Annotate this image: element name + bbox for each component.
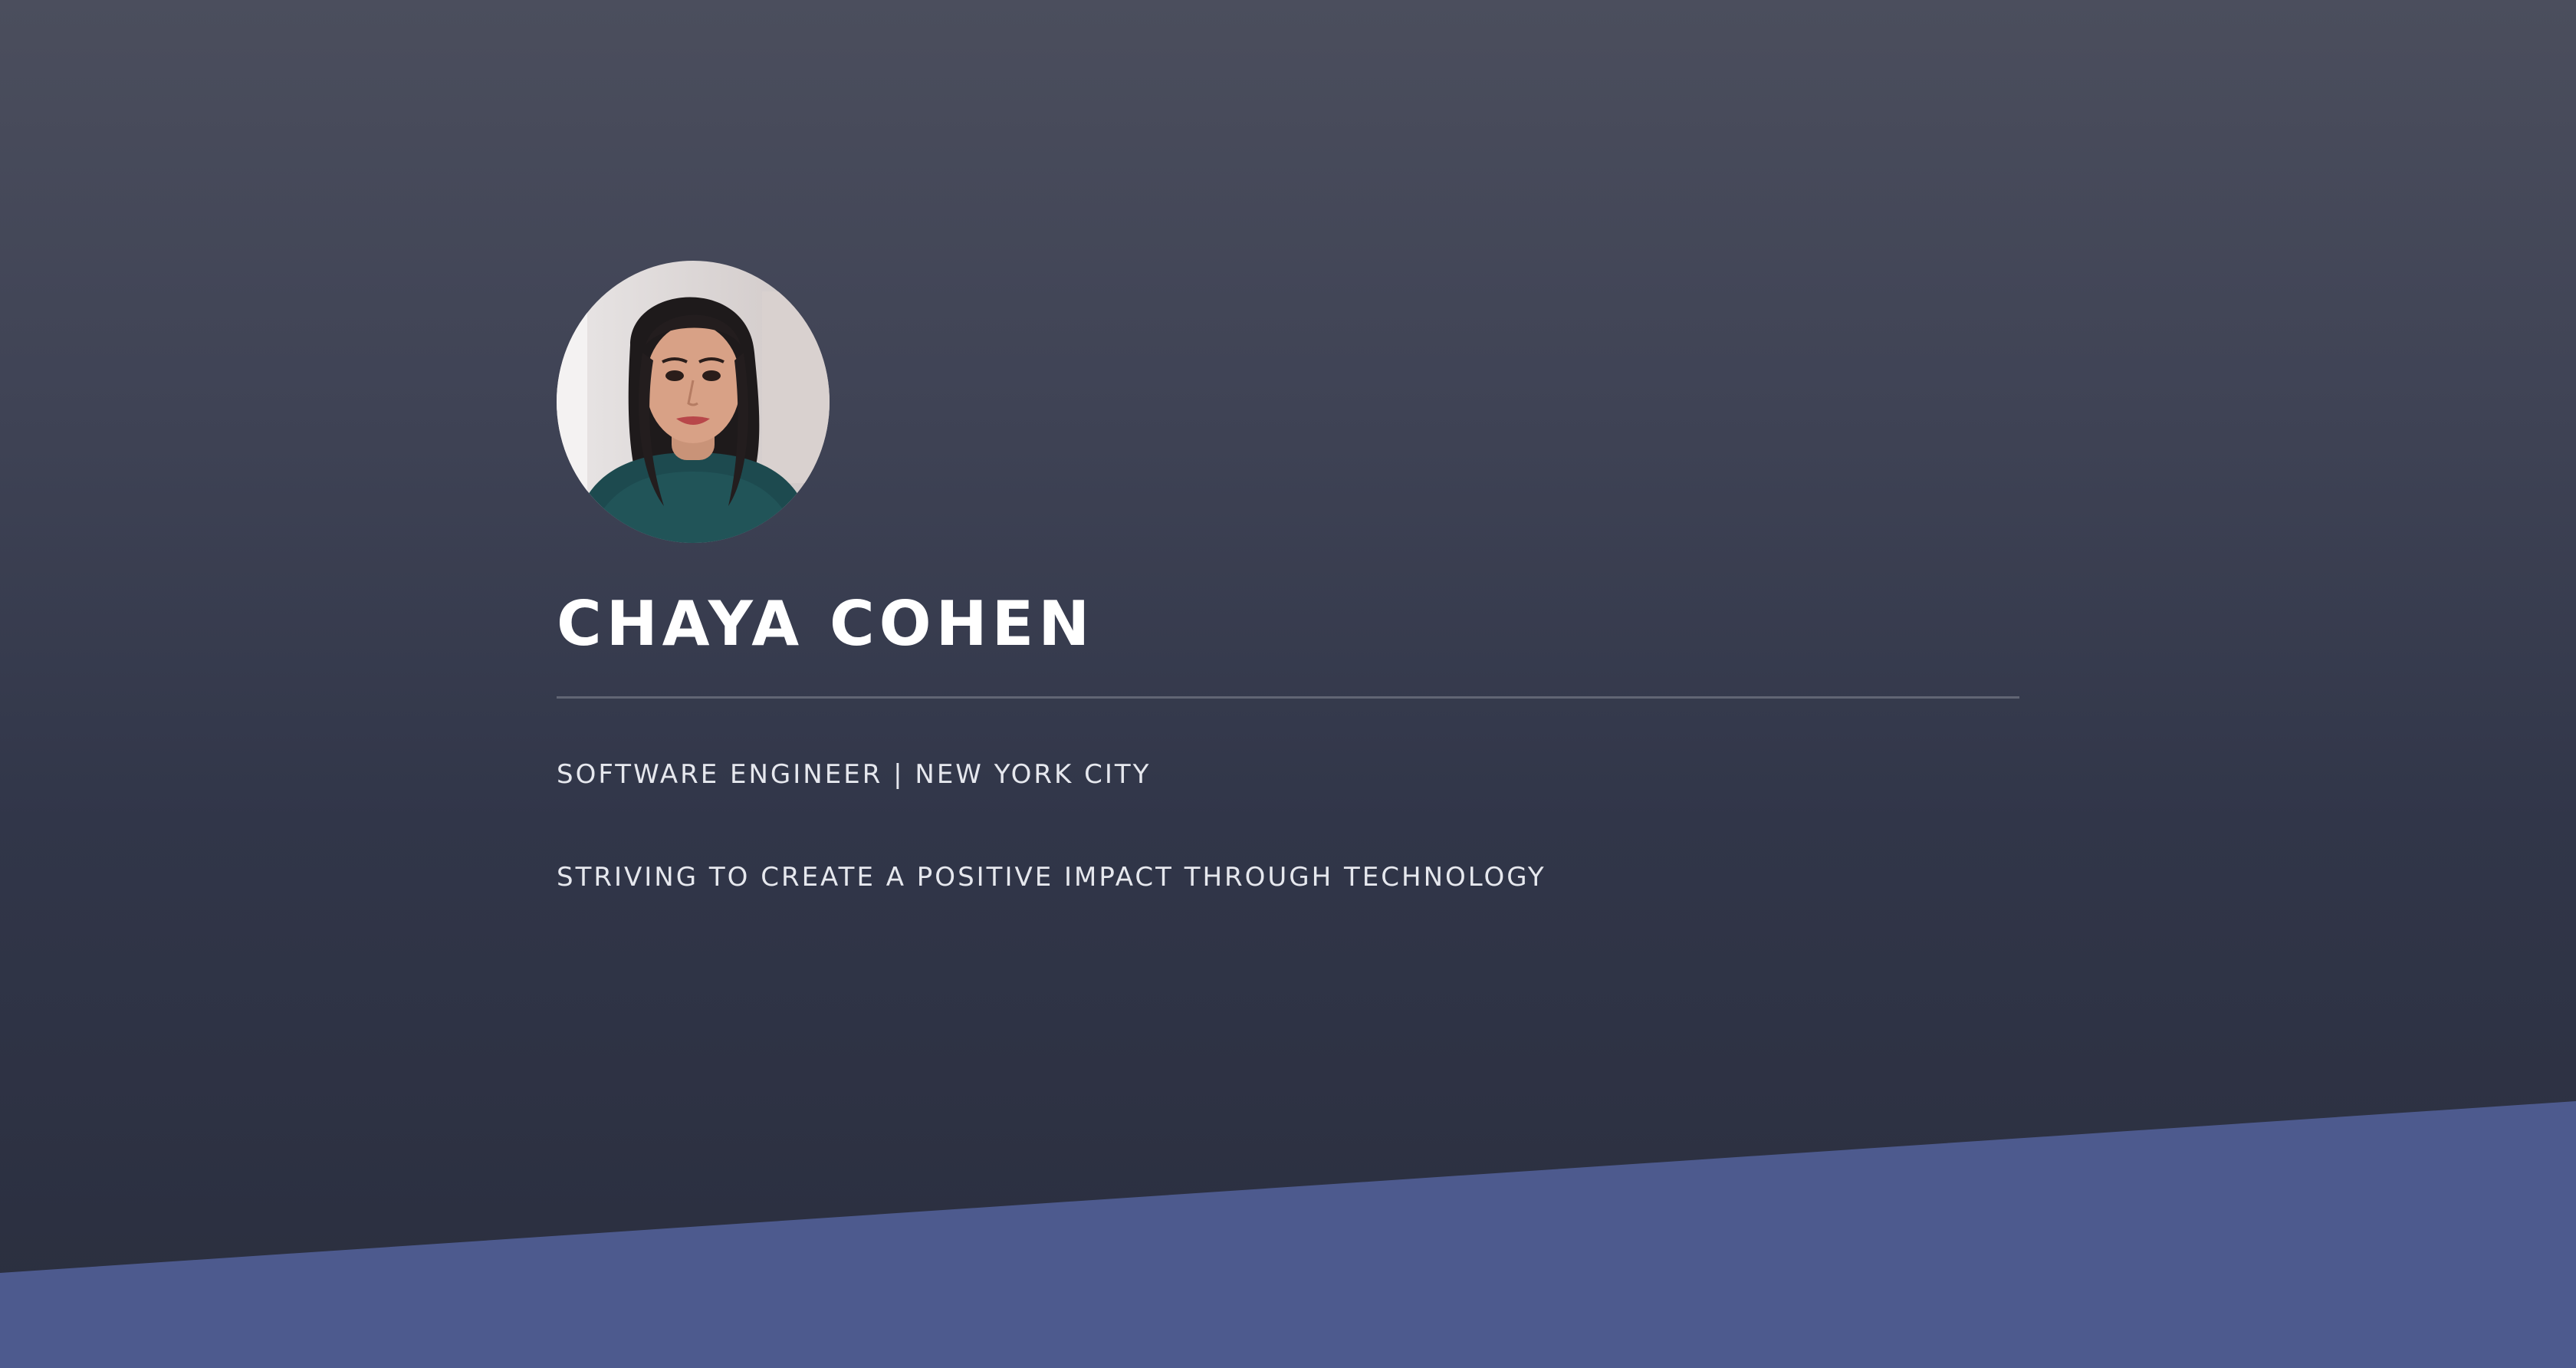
profile-tagline: STRIVING TO CREATE A POSITIVE IMPACT THR… <box>557 862 1546 893</box>
title-divider <box>557 696 2019 699</box>
profile-block: CHAYA COHEN SOFTWARE ENGINEER | NEW YORK… <box>557 261 2021 890</box>
hero-section: CHAYA COHEN SOFTWARE ENGINEER | NEW YORK… <box>0 0 2576 1368</box>
avatar-image <box>557 261 830 543</box>
profile-name: CHAYA COHEN <box>557 588 1095 659</box>
profile-subtitle: SOFTWARE ENGINEER | NEW YORK CITY <box>557 759 1152 790</box>
avatar <box>557 261 830 543</box>
